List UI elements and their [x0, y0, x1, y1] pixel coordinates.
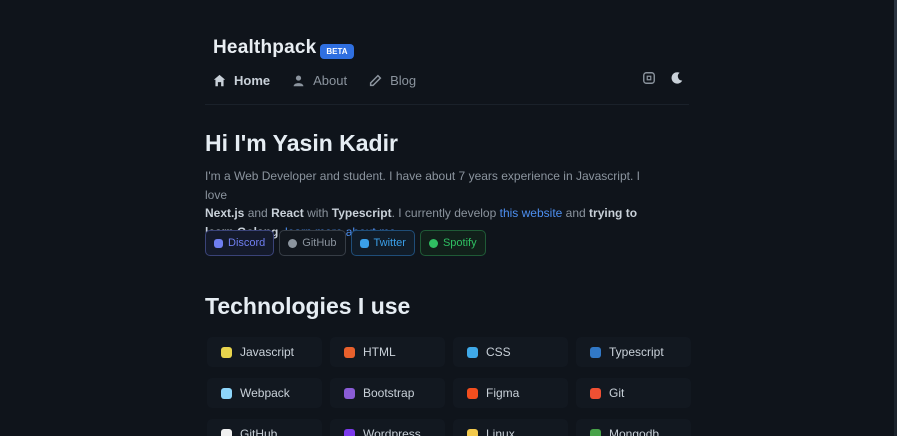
github-button[interactable]: GitHub — [279, 230, 346, 256]
social-label: GitHub — [302, 237, 337, 249]
tech-card-html[interactable]: HTML — [330, 337, 445, 367]
nav-item-about[interactable]: About — [292, 70, 347, 90]
skill-typescript: Typescript — [331, 206, 392, 220]
hero-title: Hi I'm Yasin Kadir — [205, 130, 398, 156]
tech-label: Javascript — [240, 345, 295, 359]
github-icon — [288, 238, 298, 248]
tech-label: Linux — [486, 427, 515, 436]
connector-text: with — [303, 206, 332, 220]
main-nav: Home About Blog — [213, 70, 416, 90]
tech-card-figma[interactable]: Figma — [453, 378, 568, 408]
brand-name: Healthpack — [213, 37, 317, 58]
wordpress-icon — [344, 428, 355, 436]
twitter-button[interactable]: Twitter — [350, 230, 415, 256]
social-links: Discord GitHub Twitter Spotify — [205, 230, 486, 256]
technologies-grid: Javascript HTML CSS Typescript Webpack Bootst… — [207, 337, 691, 436]
discord-icon — [214, 238, 223, 248]
header-actions — [642, 71, 684, 85]
linux-icon — [467, 428, 478, 436]
intro-text: I'm a Web Developer and student. I have … — [205, 169, 640, 202]
tech-label: Webpack — [240, 386, 290, 400]
tech-label: Mongodb — [609, 427, 660, 436]
html-icon — [344, 346, 355, 358]
tech-card-webpack[interactable]: Webpack — [207, 378, 322, 408]
tech-card-git[interactable]: Git — [576, 378, 691, 408]
social-label: Discord — [228, 237, 266, 249]
nav-item-home[interactable]: Home — [213, 70, 270, 90]
tech-label: Typescript — [609, 345, 664, 359]
nav-item-label: About — [313, 72, 348, 88]
discord-button[interactable]: Discord — [205, 230, 275, 256]
css-icon — [467, 346, 478, 358]
tech-label: CSS — [486, 345, 511, 359]
user-icon — [292, 74, 305, 87]
header-divider — [205, 104, 689, 105]
git-icon — [590, 387, 601, 399]
tech-label: GitHub — [240, 427, 278, 436]
tech-card-css[interactable]: CSS — [453, 337, 568, 367]
github-icon — [221, 428, 232, 436]
tech-card-github[interactable]: GitHub — [207, 419, 322, 436]
tech-card-javascript[interactable]: Javascript — [207, 337, 322, 367]
page: Healthpack Beta Home About Blog — [0, 0, 897, 436]
command-icon[interactable] — [642, 71, 656, 85]
webpack-icon — [221, 387, 232, 399]
typescript-icon — [590, 346, 601, 358]
pen-icon — [369, 74, 382, 87]
twitter-icon — [359, 238, 369, 248]
tech-card-linux[interactable]: Linux — [453, 419, 568, 436]
tech-label: Git — [609, 386, 625, 400]
tech-card-wordpress[interactable]: Wordpress — [330, 419, 445, 436]
tech-label: Wordpress — [363, 427, 421, 436]
tech-label: Figma — [486, 386, 520, 400]
brand[interactable]: Healthpack Beta — [213, 37, 354, 59]
tech-label: Bootstrap — [363, 386, 415, 400]
beta-badge: Beta — [320, 43, 354, 59]
nav-item-label: Home — [234, 72, 271, 88]
nav-item-label: Blog — [390, 72, 417, 88]
technologies-title: Technologies I use — [205, 293, 411, 319]
tech-card-mongodb[interactable]: Mongodb — [576, 419, 691, 436]
spotify-icon — [428, 238, 438, 248]
connector-text: and — [562, 206, 590, 220]
tech-card-typescript[interactable]: Typescript — [576, 337, 691, 367]
javascript-icon — [221, 346, 232, 358]
skill-react: React — [271, 206, 304, 220]
tech-card-bootstrap[interactable]: Bootstrap — [330, 378, 445, 408]
social-label: Spotify — [442, 237, 477, 249]
home-icon — [213, 74, 226, 87]
social-label: Twitter — [373, 237, 406, 249]
nav-item-blog[interactable]: Blog — [369, 70, 416, 90]
connector-text: and — [244, 206, 272, 220]
tech-label: HTML — [363, 345, 396, 359]
mongodb-icon — [590, 428, 601, 436]
connector-text: . I currently develop — [391, 206, 500, 220]
figma-icon — [467, 387, 478, 399]
moon-icon[interactable] — [670, 71, 684, 85]
spotify-button[interactable]: Spotify — [419, 230, 486, 256]
bootstrap-icon — [344, 387, 355, 399]
skill-nextjs: Next.js — [205, 206, 245, 220]
this-website-link[interactable]: this website — [500, 206, 563, 220]
